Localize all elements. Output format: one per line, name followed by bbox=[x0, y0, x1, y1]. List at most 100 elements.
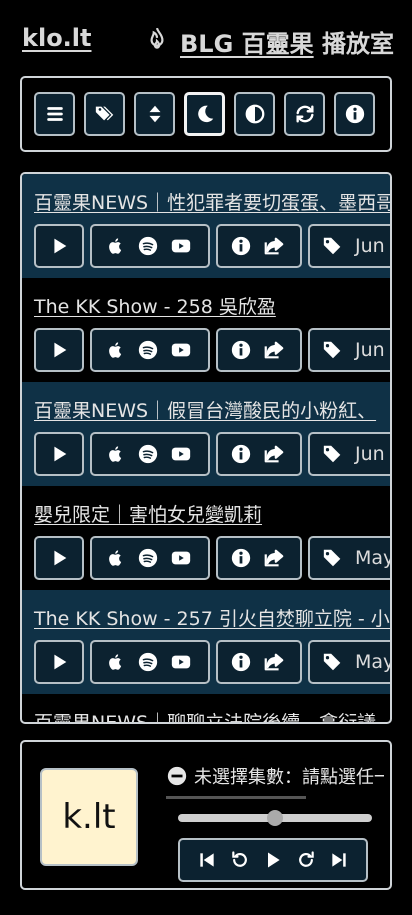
apple-icon bbox=[109, 550, 122, 566]
info-icon bbox=[231, 444, 251, 464]
episode-title[interactable]: 百靈果NEWS｜假冒台灣酸民的小粉紅、 bbox=[34, 396, 376, 423]
youtube-icon bbox=[171, 447, 191, 461]
apple-icon bbox=[109, 446, 122, 462]
sort-button[interactable] bbox=[134, 92, 175, 136]
episode-row: 百靈果NEWS｜假冒台灣酸民的小粉紅、 Jun bbox=[22, 382, 390, 486]
volume-slider[interactable] bbox=[178, 810, 372, 826]
info-icon bbox=[345, 104, 364, 124]
tag-button[interactable]: Jun bbox=[308, 328, 390, 372]
tags-icon bbox=[95, 106, 113, 121]
info-icon bbox=[231, 236, 251, 256]
forward-icon[interactable] bbox=[296, 850, 316, 870]
episode-date: Jun bbox=[355, 235, 385, 257]
toolbar bbox=[20, 76, 392, 152]
menu-button[interactable] bbox=[34, 92, 75, 136]
episode-meta-buttons[interactable] bbox=[216, 328, 302, 372]
flame-icon bbox=[150, 27, 164, 49]
contrast-button[interactable] bbox=[234, 92, 275, 136]
playback-controls bbox=[178, 838, 368, 882]
episode-date: Jun bbox=[355, 339, 385, 361]
sort-icon bbox=[149, 105, 160, 123]
platform-links[interactable] bbox=[90, 432, 210, 476]
youtube-icon bbox=[171, 655, 191, 669]
apple-icon bbox=[109, 238, 122, 254]
platform-links[interactable] bbox=[90, 224, 210, 268]
volume-slider-thumb[interactable] bbox=[267, 810, 283, 826]
platform-links[interactable] bbox=[90, 536, 210, 580]
episode-row: 百靈果NEWS｜聊聊立法院後續，拿衍議 bbox=[22, 694, 390, 722]
episode-row: The KK Show - 258 吳欣盈 Jun bbox=[22, 278, 390, 382]
play-episode-button[interactable] bbox=[34, 432, 84, 476]
site-name-link[interactable]: klo.lt bbox=[22, 24, 92, 52]
spotify-icon bbox=[138, 340, 158, 360]
episode-row: 嬰兒限定｜害怕女兒變凱莉 May bbox=[22, 486, 390, 590]
skip-back-icon[interactable] bbox=[197, 850, 217, 870]
contrast-icon bbox=[245, 104, 264, 124]
episode-list[interactable]: 百靈果NEWS｜性犯罪者要切蛋蛋、墨西哥 Jun The KK Show - 2… bbox=[20, 172, 392, 724]
episode-date: Jun bbox=[355, 443, 385, 465]
youtube-icon bbox=[171, 239, 191, 253]
info-icon bbox=[231, 652, 251, 672]
episode-meta-buttons[interactable] bbox=[216, 432, 302, 476]
progress-bar[interactable] bbox=[166, 796, 306, 799]
episode-title[interactable]: 百靈果NEWS｜聊聊立法院後續，拿衍議 bbox=[34, 708, 376, 722]
episode-date: May bbox=[355, 651, 390, 673]
share-icon bbox=[264, 445, 284, 463]
tags-button[interactable] bbox=[84, 92, 125, 136]
tag-icon bbox=[323, 653, 341, 671]
apple-icon bbox=[109, 342, 122, 358]
page-title-link[interactable]: BLG 百靈果 bbox=[180, 30, 314, 58]
episode-date: May bbox=[355, 547, 390, 569]
episode-title[interactable]: The KK Show - 258 吳欣盈 bbox=[34, 292, 276, 319]
play-icon bbox=[54, 342, 67, 358]
tag-button[interactable]: Jun bbox=[308, 432, 390, 476]
tag-button[interactable]: May bbox=[308, 640, 390, 684]
episode-meta-buttons[interactable] bbox=[216, 640, 302, 684]
episode-title[interactable]: 百靈果NEWS｜性犯罪者要切蛋蛋、墨西哥 bbox=[34, 188, 390, 215]
tag-icon bbox=[323, 445, 341, 463]
tag-button[interactable]: May bbox=[308, 536, 390, 580]
now-playing-text: 未選擇集數：請點選任一集播放 bbox=[194, 767, 384, 788]
header: klo.lt BLG 百靈果 播放室 bbox=[22, 22, 394, 59]
play-episode-button[interactable] bbox=[34, 224, 84, 268]
rewind-icon[interactable] bbox=[230, 850, 250, 870]
youtube-icon bbox=[171, 551, 191, 565]
skip-forward-icon[interactable] bbox=[329, 850, 349, 870]
episode-row: The KK Show - 257 引火自焚聊立院 - 小屁孩 May bbox=[22, 590, 390, 694]
refresh-button[interactable] bbox=[284, 92, 325, 136]
info-button[interactable] bbox=[334, 92, 375, 136]
minus-circle-icon bbox=[167, 766, 187, 786]
play-icon bbox=[54, 238, 67, 254]
episode-title[interactable]: The KK Show - 257 引火自焚聊立院 - 小屁孩 bbox=[34, 604, 390, 631]
share-icon bbox=[264, 237, 284, 255]
spotify-icon bbox=[138, 236, 158, 256]
audio-player: k.lt 未選擇集數：請點選任一集播放 bbox=[20, 740, 392, 890]
share-icon bbox=[264, 341, 284, 359]
tag-icon bbox=[323, 549, 341, 567]
episode-meta-buttons[interactable] bbox=[216, 536, 302, 580]
platform-links[interactable] bbox=[90, 328, 210, 372]
episode-title[interactable]: 嬰兒限定｜害怕女兒變凱莉 bbox=[34, 500, 262, 527]
platform-links[interactable] bbox=[90, 640, 210, 684]
page-title-suffix: 播放室 bbox=[313, 30, 394, 58]
now-playing: 未選擇集數：請點選任一集播放 bbox=[166, 762, 384, 790]
episode-meta-buttons[interactable] bbox=[216, 224, 302, 268]
play-icon bbox=[54, 654, 67, 670]
menu-icon bbox=[46, 107, 63, 121]
share-icon bbox=[264, 549, 284, 567]
info-icon bbox=[231, 340, 251, 360]
play-episode-button[interactable] bbox=[34, 536, 84, 580]
play-episode-button[interactable] bbox=[34, 640, 84, 684]
spotify-icon bbox=[138, 444, 158, 464]
tag-icon bbox=[323, 341, 341, 359]
share-icon bbox=[264, 653, 284, 671]
tag-button[interactable]: Jun bbox=[308, 224, 390, 268]
cover-art: k.lt bbox=[40, 768, 138, 866]
play-episode-button[interactable] bbox=[34, 328, 84, 372]
tag-icon bbox=[323, 237, 341, 255]
episode-row: 百靈果NEWS｜性犯罪者要切蛋蛋、墨西哥 Jun bbox=[22, 174, 390, 278]
page-title: BLG 百靈果 播放室 bbox=[180, 24, 394, 59]
play-icon[interactable] bbox=[263, 850, 283, 870]
play-icon bbox=[54, 550, 67, 566]
dark-mode-button[interactable] bbox=[184, 92, 225, 136]
